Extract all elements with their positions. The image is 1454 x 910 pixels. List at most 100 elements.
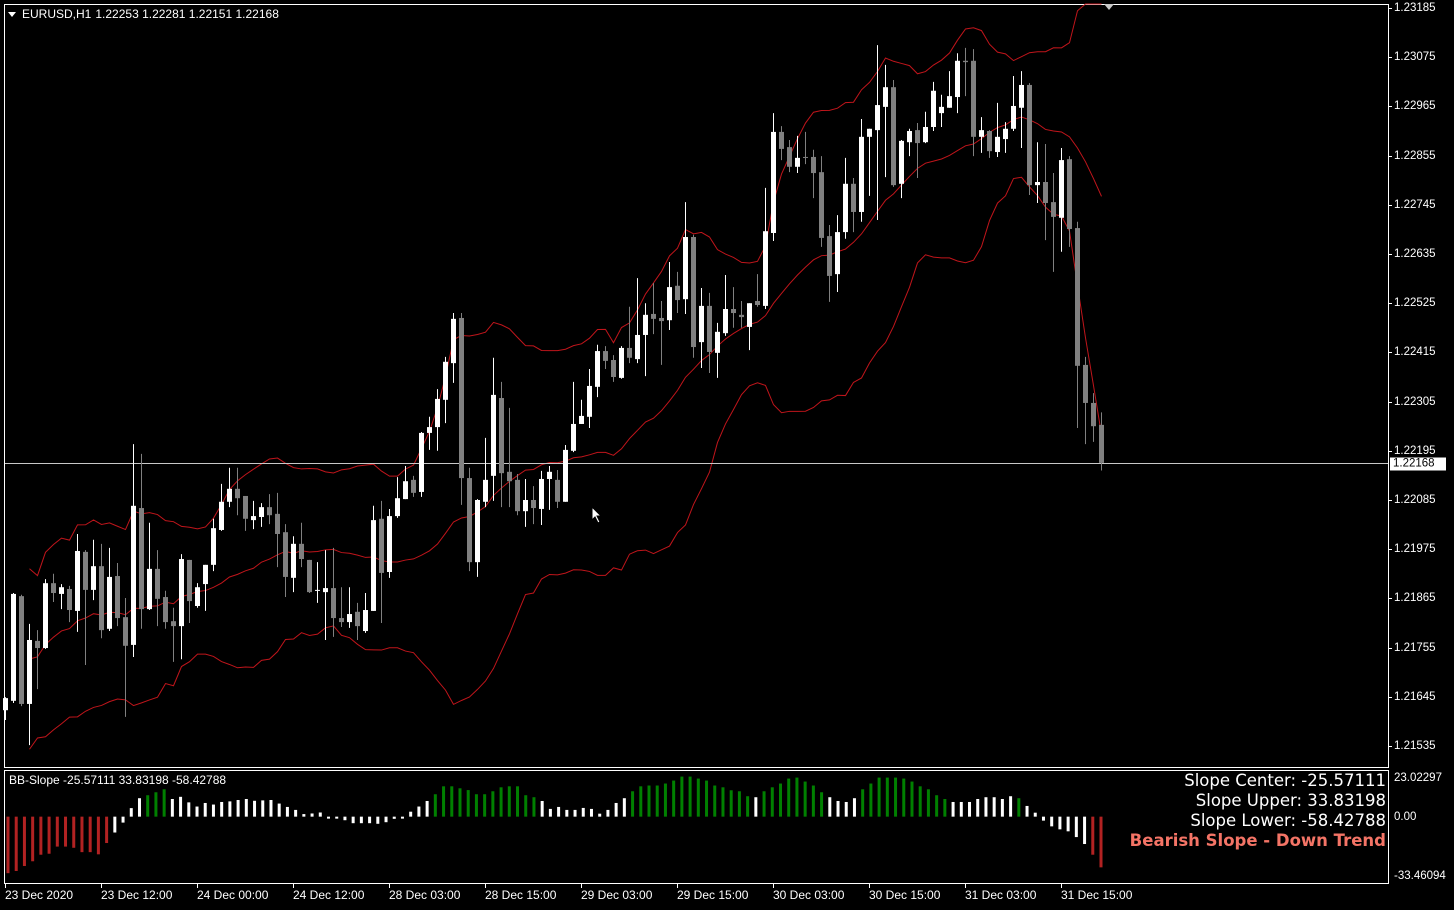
candle bbox=[203, 564, 208, 611]
histogram-bar bbox=[409, 811, 413, 817]
histogram-bar bbox=[877, 777, 881, 817]
candle bbox=[891, 80, 896, 187]
histogram-bar bbox=[696, 778, 700, 817]
candle-body bbox=[379, 518, 384, 573]
candle-body bbox=[403, 481, 408, 500]
price-tick-label: 1.23185 bbox=[1394, 2, 1436, 15]
candle-body bbox=[211, 528, 216, 565]
time-tick-label: 24 Dec 12:00 bbox=[293, 888, 365, 902]
histogram-bar bbox=[376, 816, 380, 824]
candle bbox=[547, 466, 552, 510]
histogram-bar bbox=[129, 808, 133, 817]
candle bbox=[331, 547, 336, 637]
histogram-bar bbox=[820, 792, 824, 817]
candle-body bbox=[187, 559, 192, 602]
candle bbox=[595, 344, 600, 398]
candle-body bbox=[3, 698, 8, 711]
histogram-bar bbox=[474, 794, 478, 817]
histogram-bar bbox=[294, 809, 298, 817]
candle bbox=[75, 533, 80, 632]
candle-body bbox=[563, 449, 568, 502]
price-tick-label: 1.22085 bbox=[1394, 493, 1436, 506]
candle bbox=[651, 283, 656, 335]
candle-body bbox=[139, 508, 144, 610]
candle bbox=[691, 234, 696, 358]
indicator-axis-min: -33.46094 bbox=[1394, 870, 1446, 882]
time-tick-label: 24 Dec 00:00 bbox=[197, 888, 269, 902]
histogram-bar bbox=[926, 789, 930, 817]
candle bbox=[1003, 122, 1008, 153]
histogram-bar bbox=[244, 799, 248, 817]
current-price-tag: 1.22168 bbox=[1390, 457, 1446, 470]
histogram-bar bbox=[581, 807, 585, 817]
candle-body bbox=[979, 130, 984, 137]
candle bbox=[635, 278, 640, 364]
chart-shift-marker-icon[interactable] bbox=[1104, 4, 1114, 10]
candle-body bbox=[1043, 182, 1048, 204]
candle-body bbox=[651, 313, 656, 319]
candle-body bbox=[795, 157, 800, 167]
histogram-bar bbox=[1050, 816, 1054, 827]
histogram-bar bbox=[836, 800, 840, 817]
candle bbox=[843, 157, 848, 239]
candle-body bbox=[259, 507, 264, 517]
candle-body bbox=[323, 588, 328, 593]
histogram-bar bbox=[170, 799, 174, 817]
candle-body bbox=[27, 639, 32, 704]
histogram-bar bbox=[598, 813, 602, 817]
price-tick-label: 1.21755 bbox=[1394, 641, 1436, 654]
histogram-bar bbox=[557, 806, 561, 817]
histogram-bar bbox=[795, 777, 799, 817]
candle bbox=[435, 389, 440, 451]
candle bbox=[51, 573, 56, 602]
price-tick-label: 1.23075 bbox=[1394, 51, 1436, 64]
time-tick-label: 28 Dec 15:00 bbox=[485, 888, 557, 902]
histogram-bar bbox=[1033, 812, 1037, 817]
candle bbox=[187, 559, 192, 623]
candle-body bbox=[123, 617, 128, 646]
histogram-bar bbox=[811, 785, 815, 817]
candle bbox=[1059, 148, 1064, 252]
candle-body bbox=[243, 495, 248, 519]
candle-body bbox=[363, 610, 368, 632]
histogram-bar bbox=[302, 814, 306, 817]
candle bbox=[803, 131, 808, 165]
candle bbox=[755, 274, 760, 307]
price-tick-label: 1.21645 bbox=[1394, 690, 1436, 703]
histogram-bar bbox=[47, 816, 51, 854]
histogram-bar bbox=[737, 791, 741, 817]
candle bbox=[899, 139, 904, 199]
histogram-bar bbox=[762, 791, 766, 817]
candle-body bbox=[435, 398, 440, 428]
histogram-bar bbox=[647, 785, 651, 817]
histogram-bar bbox=[253, 800, 257, 817]
histogram-bar bbox=[902, 778, 906, 817]
candle-body bbox=[107, 576, 112, 629]
indicator-title: BB-Slope -25.57111 33.83198 -58.42788 bbox=[9, 773, 227, 787]
histogram-bar bbox=[203, 802, 207, 817]
histogram-bar bbox=[713, 785, 717, 817]
candle bbox=[155, 550, 160, 627]
dropdown-triangle-icon[interactable] bbox=[8, 11, 16, 17]
histogram-bar bbox=[179, 796, 183, 817]
candle bbox=[931, 81, 936, 132]
candle-body bbox=[843, 183, 848, 233]
candle bbox=[3, 697, 8, 721]
candle bbox=[859, 118, 864, 222]
candle bbox=[707, 292, 712, 373]
histogram-bar bbox=[211, 804, 215, 817]
candle-body bbox=[627, 347, 632, 358]
candle bbox=[491, 357, 496, 501]
histogram-bar bbox=[318, 812, 322, 817]
candle-body bbox=[355, 611, 360, 627]
candle-body bbox=[387, 516, 392, 573]
candle-body bbox=[155, 568, 160, 599]
histogram-bar bbox=[589, 808, 593, 817]
candle-body bbox=[83, 551, 88, 590]
candles bbox=[3, 45, 1104, 746]
bollinger-bands bbox=[29, 3, 1102, 750]
candle bbox=[339, 587, 344, 628]
histogram-bar bbox=[984, 797, 988, 817]
candle-body bbox=[347, 614, 352, 623]
histogram-bar bbox=[959, 801, 963, 817]
